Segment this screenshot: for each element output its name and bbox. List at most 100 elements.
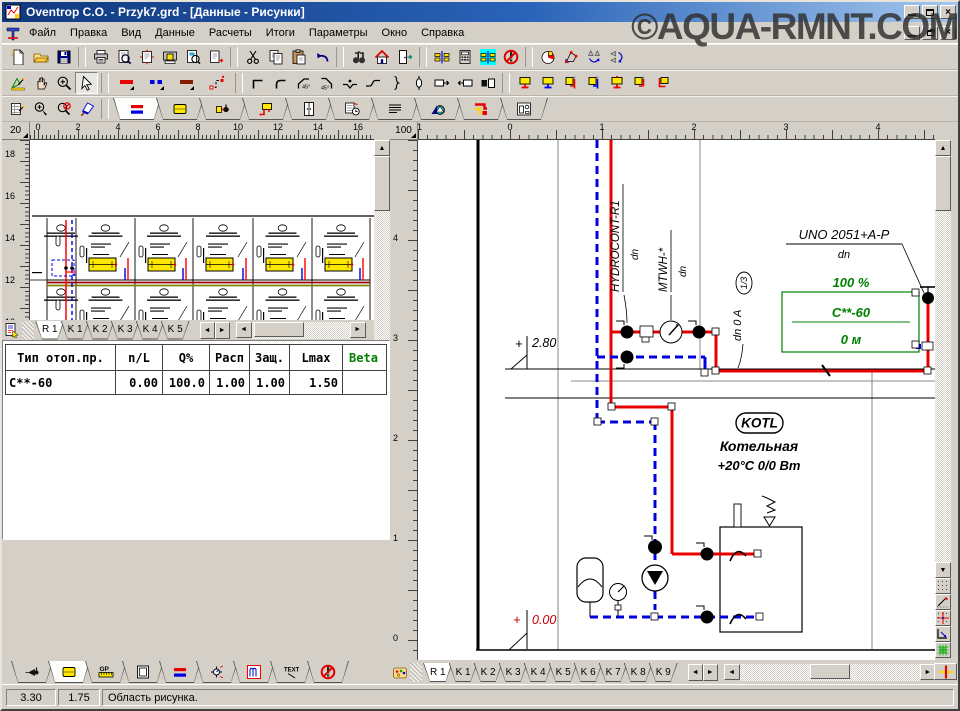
table-cell-2[interactable]: 100.0 (163, 371, 210, 394)
elbow-button[interactable] (246, 72, 269, 94)
scrollbar-track[interactable] (374, 156, 390, 346)
child-minimize-button[interactable] (904, 26, 920, 40)
table-header-6[interactable]: Beta (343, 345, 384, 370)
radiator-5-button[interactable] (605, 72, 628, 94)
menu-item-6[interactable]: Параметры (302, 25, 375, 41)
category-tab-sanitary[interactable] (500, 98, 548, 120)
zoom-window-button[interactable] (29, 98, 52, 120)
ruler-corner-scale[interactable]: 20 (2, 122, 30, 140)
pointer-button[interactable] (75, 72, 98, 94)
table-cell-0[interactable]: C**-60 (6, 371, 116, 394)
menu-item-8[interactable]: Справка (414, 25, 471, 41)
radiator-6-button[interactable] (628, 72, 651, 94)
m-redgrid-button[interactable] (935, 610, 951, 626)
sheet-tab-K7[interactable]: K 7 (599, 663, 628, 682)
new-file-button[interactable] (6, 46, 29, 68)
sheet-tab-K5[interactable]: K 5 (161, 321, 190, 340)
select-tool-button[interactable] (6, 72, 29, 94)
layer-tab-text[interactable]: TEXT (270, 661, 312, 683)
print-preview-button[interactable] (112, 46, 135, 68)
layer-tab-gp[interactable]: GP (85, 661, 127, 683)
menu-item-7[interactable]: Окно (375, 25, 415, 41)
exit-button[interactable] (393, 46, 416, 68)
riser-button[interactable] (407, 72, 430, 94)
scrollbar-track[interactable] (935, 156, 951, 562)
sheet-tab-K5[interactable]: K 5 (549, 663, 578, 682)
repaint-brush-button[interactable] (75, 98, 98, 120)
table-cell-6[interactable] (343, 371, 384, 394)
scrollbar-thumb[interactable] (254, 322, 304, 337)
ruler-corner-scale[interactable]: 100 (390, 122, 418, 140)
open-folder-button[interactable] (29, 46, 52, 68)
pan-hand-button[interactable] (29, 72, 52, 94)
table-header-1[interactable]: n/L (116, 345, 163, 370)
sheet-tab-K3[interactable]: K 3 (499, 663, 528, 682)
align-pipes-2-button[interactable] (476, 46, 499, 68)
pipe-darkred-button[interactable] (172, 72, 202, 94)
radiator-3-button[interactable] (559, 72, 582, 94)
layer-tab-valves[interactable] (11, 661, 53, 683)
table-cell-4[interactable]: 1.00 (250, 371, 290, 394)
layer-tab-coil[interactable] (233, 661, 275, 683)
category-tab-radiators[interactable] (156, 98, 204, 120)
scroll-up-button[interactable]: ▲ (374, 140, 390, 156)
sheet-tab-K1[interactable]: K 1 (449, 663, 478, 682)
table-row[interactable]: C**-600.00100.01.001.001.50 (6, 371, 386, 394)
data-table-edit-button[interactable] (6, 98, 29, 120)
cut-button[interactable] (241, 46, 264, 68)
table-header-5[interactable]: Lmax (290, 345, 343, 370)
polygon-points-button[interactable] (559, 46, 582, 68)
sheet-list-button[interactable] (390, 664, 410, 682)
menu-item-1[interactable]: Правка (63, 25, 114, 41)
sheet-tab-K2[interactable]: K 2 (474, 663, 503, 682)
crossover-button[interactable] (338, 72, 361, 94)
boiler-room-canvas[interactable]: 100 % C**-60 0 м (418, 140, 935, 660)
bypass-button[interactable] (384, 72, 407, 94)
scroll-up-button[interactable]: ▲ (935, 140, 951, 156)
sheet-tab-K8[interactable]: K 8 (624, 663, 653, 682)
align-pipes-button[interactable] (430, 46, 453, 68)
radiator-4-button[interactable] (582, 72, 605, 94)
scrollbar-thumb[interactable] (374, 156, 390, 211)
category-tab-pipes-colored[interactable] (457, 98, 505, 120)
insert-left-button[interactable] (453, 72, 476, 94)
layer-tab-pipes[interactable] (159, 661, 201, 683)
minimize-button[interactable] (904, 5, 920, 19)
layer-tab-instruments[interactable] (196, 661, 238, 683)
sheet-tab-K4[interactable]: K 4 (136, 321, 165, 340)
export-page-button[interactable] (204, 46, 227, 68)
tab-scroll-left-button[interactable]: ◄ (688, 664, 703, 681)
menu-item-5[interactable]: Итоги (259, 25, 302, 41)
horizontal-scrollbar[interactable]: ◄► (236, 322, 366, 339)
table-header-2[interactable]: Q% (163, 345, 210, 370)
layer-tab-windows[interactable] (122, 661, 164, 683)
tab-scroll-right-button[interactable]: ► (703, 664, 718, 681)
print-frame-button[interactable] (158, 46, 181, 68)
home-button[interactable] (370, 46, 393, 68)
tab-scroll-left-button[interactable]: ◄ (200, 322, 215, 339)
sheet-tab-R1[interactable]: R 1 (423, 663, 453, 682)
menu-item-0[interactable]: Файл (22, 25, 63, 41)
scrollbar-thumb[interactable] (935, 156, 951, 211)
page-setup-button[interactable] (135, 46, 158, 68)
zoom-page-button[interactable] (181, 46, 204, 68)
connect-block-button[interactable] (476, 72, 499, 94)
zoom-undo-button[interactable] (52, 98, 75, 120)
m-grid-button[interactable] (935, 578, 951, 594)
m-pencil-button[interactable] (935, 594, 951, 610)
table-cell-5[interactable]: 1.50 (290, 371, 343, 394)
table-header-0[interactable]: Тип отоп.пр. (6, 345, 116, 370)
radiator-1-button[interactable] (513, 72, 536, 94)
undo-button[interactable] (310, 46, 333, 68)
m-greengrid-button[interactable] (935, 642, 951, 658)
category-tab-radiator-clock[interactable] (328, 98, 376, 120)
pie-chart-button[interactable] (536, 46, 559, 68)
menu-item-4[interactable]: Расчеты (202, 25, 259, 41)
close-button[interactable]: × (940, 5, 956, 19)
sheet-tab-K1[interactable]: K 1 (61, 321, 90, 340)
sheet-list-button[interactable] (2, 321, 22, 339)
menu-item-2[interactable]: Вид (114, 25, 148, 41)
category-tab-lines[interactable] (371, 98, 419, 120)
scroll-left-arrow[interactable]: ◄ (236, 322, 252, 338)
save-button[interactable] (52, 46, 75, 68)
